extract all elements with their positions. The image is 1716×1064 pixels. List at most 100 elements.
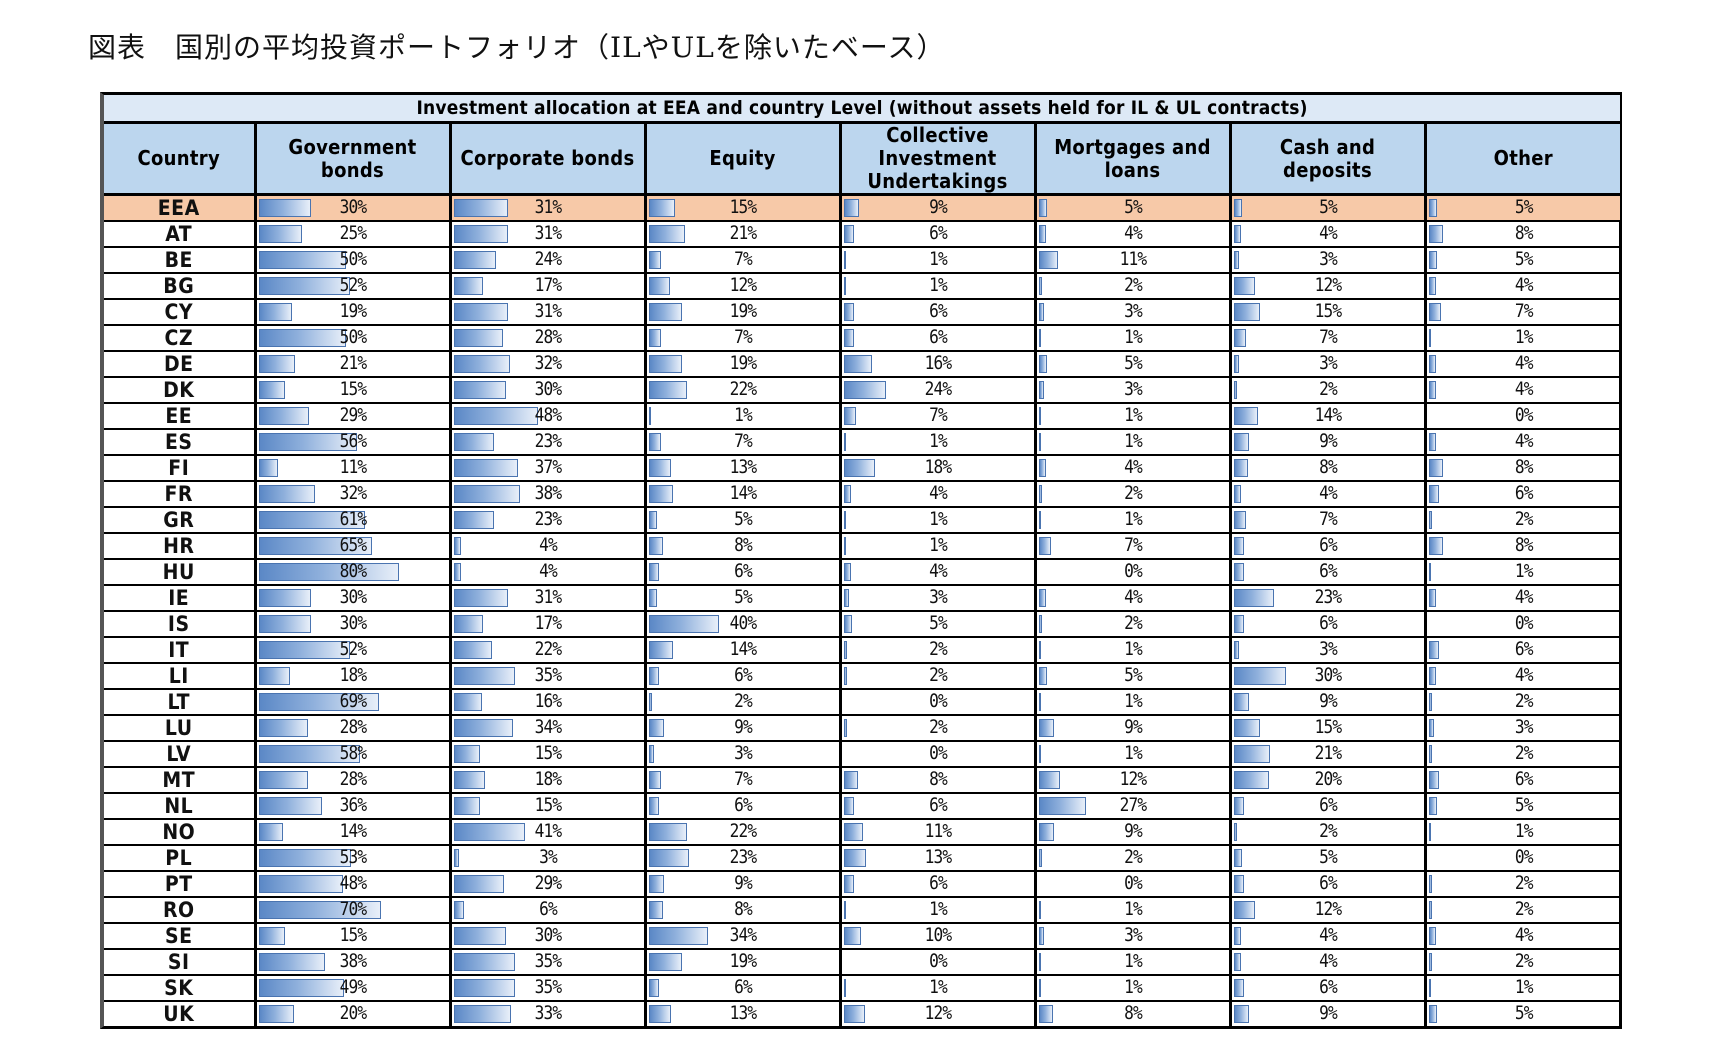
value-label: 6%	[1514, 768, 1533, 790]
value-cell: 6%	[645, 793, 842, 820]
data-bar	[648, 745, 654, 763]
value-label: 5%	[928, 612, 948, 634]
data-bar	[648, 511, 658, 529]
value-cell: 4%	[1230, 923, 1427, 950]
country-cell: DE	[104, 351, 257, 378]
value-label: 2%	[1123, 612, 1143, 634]
value-label: 1%	[1123, 950, 1143, 972]
value-cell: 2%	[1035, 611, 1232, 638]
data-bar	[1038, 589, 1046, 607]
table-row: HR 65% 4% 8% 1% 7% 6% 8%	[104, 533, 1621, 560]
value-label: 16%	[924, 352, 951, 374]
column-header-equity: Equity	[645, 122, 842, 196]
value-label: 3%	[928, 586, 948, 608]
value-label: 1%	[1123, 404, 1143, 426]
value-label: 6%	[928, 872, 948, 894]
value-label: 6%	[1514, 482, 1533, 504]
country-cell: MT	[104, 767, 257, 794]
column-header-corporate-bonds: Corporate bonds	[450, 122, 647, 196]
data-bar	[1428, 771, 1439, 789]
value-cell: 4%	[1425, 273, 1621, 300]
table-row: PL 53% 3% 23% 13% 2% 5% 0%	[104, 845, 1621, 872]
value-cell: 30%	[450, 377, 647, 404]
value-cell: 22%	[450, 637, 647, 664]
data-bar	[1233, 641, 1239, 659]
table-row: GR 61% 23% 5% 1% 1% 7% 2%	[104, 507, 1621, 534]
country-cell: FI	[104, 455, 257, 482]
country-cell: RO	[104, 897, 257, 924]
value-cell: 18%	[840, 455, 1037, 482]
value-label: 23%	[534, 508, 561, 530]
data-bar	[1233, 823, 1237, 841]
data-bar	[1428, 693, 1432, 711]
value-label: 22%	[729, 378, 756, 400]
value-cell: 38%	[450, 481, 647, 508]
value-label: 3%	[1318, 352, 1338, 374]
data-bar	[843, 563, 851, 581]
value-label: 0%	[928, 690, 948, 712]
value-cell: 49%	[255, 975, 452, 1002]
value-label: 3%	[1318, 248, 1338, 270]
value-label: 9%	[1318, 690, 1338, 712]
country-cell: PT	[104, 871, 257, 898]
value-label: 0%	[1514, 846, 1533, 868]
value-label: 17%	[534, 612, 561, 634]
value-cell: 1%	[1425, 559, 1621, 586]
value-label: 19%	[729, 950, 756, 972]
table-row: AT 25% 31% 21% 6% 4% 4% 8%	[104, 221, 1621, 248]
value-label: 19%	[729, 300, 756, 322]
value-label: 15%	[729, 196, 756, 218]
data-bar	[648, 537, 663, 555]
data-bar	[1233, 563, 1244, 581]
data-bar	[648, 563, 659, 581]
value-label: 23%	[1314, 586, 1341, 608]
value-cell: 5%	[1035, 194, 1232, 222]
value-cell: 1%	[1035, 429, 1232, 456]
value-cell: 15%	[1230, 715, 1427, 742]
data-bar	[453, 849, 459, 867]
value-cell: 6%	[1230, 871, 1427, 898]
value-label: 16%	[534, 690, 561, 712]
value-cell: 70%	[255, 897, 452, 924]
country-cell: PL	[104, 845, 257, 872]
value-label: 4%	[1318, 924, 1338, 946]
value-label: 5%	[1514, 1002, 1533, 1024]
value-cell: 32%	[450, 351, 647, 378]
data-bar	[1428, 329, 1431, 347]
table-row: EEA 30% 31% 15% 9% 5% 5% 5%	[104, 194, 1621, 222]
value-label: 32%	[534, 352, 561, 374]
value-cell: 29%	[255, 403, 452, 430]
table-row: SE 15% 30% 34% 10% 3% 4% 4%	[104, 923, 1621, 950]
value-cell: 5%	[1230, 845, 1427, 872]
value-cell: 5%	[1035, 663, 1232, 690]
value-label: 4%	[928, 482, 948, 504]
value-cell: 3%	[1035, 299, 1232, 326]
value-label: 9%	[1318, 1002, 1338, 1024]
value-cell: 4%	[1035, 455, 1232, 482]
value-cell: 3%	[645, 741, 842, 768]
value-cell: 4%	[1230, 221, 1427, 248]
value-label: 50%	[339, 326, 366, 348]
value-label: 4%	[1514, 924, 1533, 946]
value-cell: 0%	[840, 689, 1037, 716]
value-label: 30%	[339, 586, 366, 608]
value-cell: 35%	[450, 975, 647, 1002]
data-bar	[1428, 901, 1432, 919]
data-bar	[1233, 537, 1244, 555]
value-cell: 2%	[1425, 949, 1621, 976]
value-cell: 15%	[255, 377, 452, 404]
table-row: SI 38% 35% 19% 0% 1% 4% 2%	[104, 949, 1621, 976]
data-bar	[1233, 225, 1241, 243]
value-cell: 2%	[1425, 507, 1621, 534]
data-bar	[843, 667, 847, 685]
value-label: 15%	[339, 378, 366, 400]
value-cell: 1%	[1425, 819, 1621, 846]
country-cell: ES	[104, 429, 257, 456]
value-cell: 6%	[1230, 533, 1427, 560]
value-cell: 0%	[1425, 611, 1621, 638]
value-cell: 30%	[255, 585, 452, 612]
value-cell: 35%	[450, 663, 647, 690]
value-cell: 1%	[1035, 949, 1232, 976]
data-bar	[1038, 667, 1048, 685]
table-row: DK 15% 30% 22% 24% 3% 2% 4%	[104, 377, 1621, 404]
